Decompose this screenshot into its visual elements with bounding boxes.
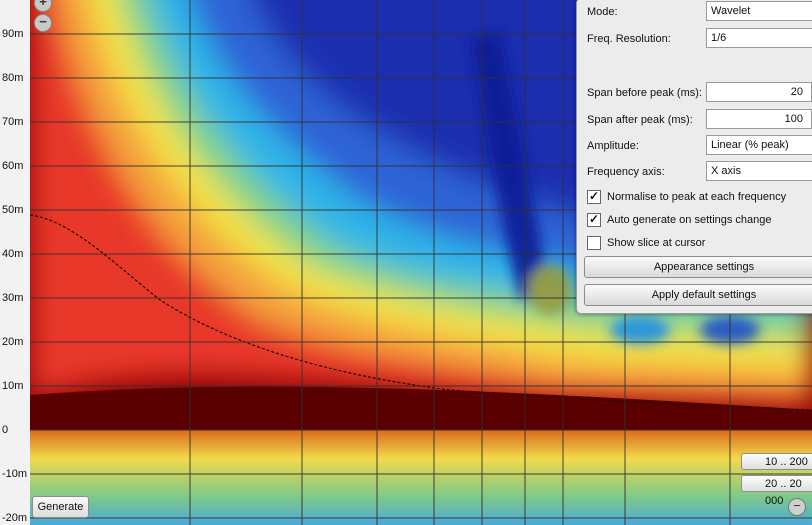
y-axis: 90m 80m 70m 60m 50m 40m 30m 20m 10m 0 -1… xyxy=(0,0,30,525)
span-after-label: Span after peak (ms): xyxy=(587,114,693,126)
y-tick-label: 60m xyxy=(2,160,24,172)
autogen-checkbox-row[interactable]: ✓ Auto generate on settings change xyxy=(587,213,772,227)
mode-select[interactable]: Wavelet ▾ xyxy=(706,1,812,21)
y-tick-label: 70m xyxy=(2,116,24,128)
freq-resolution-select[interactable]: 1/6 ▾ xyxy=(706,28,812,48)
amplitude-value: Linear (% peak) xyxy=(711,139,789,151)
normalise-label: Normalise to peak at each frequency xyxy=(607,190,787,203)
span-after-input[interactable]: 100 xyxy=(706,109,812,129)
amplitude-label: Amplitude: xyxy=(587,140,639,152)
appearance-settings-button[interactable]: Appearance settings xyxy=(584,256,812,278)
mode-value: Wavelet xyxy=(711,5,751,17)
slice-checkbox-row[interactable]: Show slice at cursor xyxy=(587,236,705,250)
y-tick-label: 40m xyxy=(2,248,24,260)
y-tick-label: 80m xyxy=(2,72,24,84)
autogen-checkbox[interactable]: ✓ xyxy=(587,213,601,227)
minus-icon[interactable]: − xyxy=(788,498,806,516)
generate-button[interactable]: Generate xyxy=(32,496,89,518)
span-before-input[interactable]: 20 xyxy=(706,82,812,102)
frequency-axis-value: X axis xyxy=(711,165,741,177)
amplitude-select[interactable]: Linear (% peak) ▾ xyxy=(706,135,812,155)
settings-panel: Mode: Wavelet ▾ Freq. Resolution: 1/6 ▾ … xyxy=(576,0,812,314)
frequency-axis-label: Frequency axis: xyxy=(587,166,665,178)
y-tick-label: 20m xyxy=(2,336,24,348)
normalise-checkbox[interactable]: ✓ xyxy=(587,190,601,204)
frequency-axis-select[interactable]: X axis ▾ xyxy=(706,161,812,181)
freq-resolution-value: 1/6 xyxy=(711,32,727,44)
range-10-200-button[interactable]: 10 .. 200 xyxy=(741,453,812,470)
slice-checkbox[interactable] xyxy=(587,236,601,250)
span-before-label: Span before peak (ms): xyxy=(587,87,702,99)
y-tick-label: -20m xyxy=(2,512,28,524)
mode-label: Mode: xyxy=(587,6,618,18)
y-tick-label: 0 xyxy=(2,424,9,436)
y-tick-label: 10m xyxy=(2,380,24,392)
y-tick-label: 90m xyxy=(2,28,24,40)
y-tick-label: -10m xyxy=(2,468,28,480)
freq-resolution-label: Freq. Resolution: xyxy=(587,33,671,45)
range-20-20000-button[interactable]: 20 .. 20 000 xyxy=(741,475,812,507)
apply-default-settings-button[interactable]: Apply default settings xyxy=(584,284,812,306)
slice-label: Show slice at cursor xyxy=(607,236,706,249)
y-tick-label: 50m xyxy=(2,204,24,216)
y-tick-label: 30m xyxy=(2,292,24,304)
autogen-label: Auto generate on settings change xyxy=(607,213,772,226)
normalise-checkbox-row[interactable]: ✓ Normalise to peak at each frequency xyxy=(587,190,786,204)
zoom-out-icon[interactable]: − xyxy=(34,14,52,32)
